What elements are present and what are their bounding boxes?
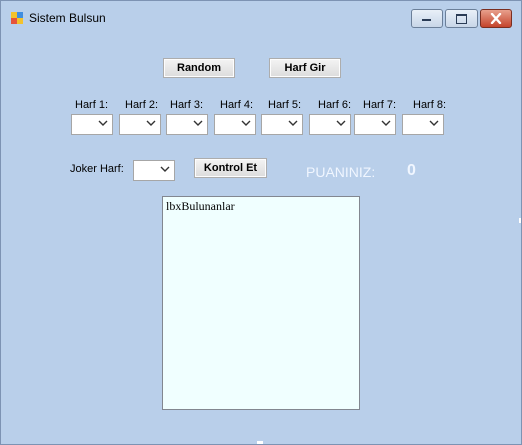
kontrol-et-button[interactable]: Kontrol Et	[194, 158, 267, 178]
listbox-name: lbxBulunanlar	[166, 199, 235, 213]
app-icon	[11, 12, 23, 24]
harf-6-combobox[interactable]	[309, 114, 351, 135]
title-bar: Sistem Bulsun	[1, 1, 521, 33]
chevron-down-icon	[146, 120, 156, 126]
maximize-button[interactable]	[445, 9, 478, 28]
minimize-button[interactable]	[411, 9, 443, 28]
chevron-down-icon	[288, 120, 298, 126]
harf-7-label: Harf 7:	[363, 99, 397, 111]
harf-8-combobox[interactable]	[402, 114, 444, 135]
harf-2-combobox[interactable]	[119, 114, 161, 135]
random-button[interactable]: Random	[163, 58, 235, 78]
harf-6-label: Harf 6:	[318, 99, 352, 111]
harf-gir-button[interactable]: Harf Gir	[269, 58, 341, 78]
chevron-down-icon	[429, 120, 439, 126]
harf-3-combobox[interactable]	[166, 114, 208, 135]
joker-harf-label: Joker Harf:	[70, 163, 124, 175]
resize-edge-bottom	[257, 441, 263, 444]
harf-5-label: Harf 5:	[268, 99, 302, 111]
close-icon	[490, 13, 502, 24]
harf-3-label: Harf 3:	[170, 99, 204, 111]
harf-2-label: Harf 2:	[125, 99, 159, 111]
harf-7-combobox[interactable]	[354, 114, 396, 135]
resize-edge-right	[519, 218, 521, 223]
chevron-down-icon	[193, 120, 203, 126]
close-button[interactable]	[480, 9, 512, 28]
harf-1-label: Harf 1:	[75, 99, 109, 111]
found-words-listbox[interactable]: lbxBulunanlar	[162, 196, 360, 410]
main-window: Sistem Bulsun Random Harf Gir Harf 1: Har…	[0, 0, 522, 445]
chevron-down-icon	[160, 166, 170, 172]
maximize-icon	[456, 14, 467, 24]
chevron-down-icon	[381, 120, 391, 126]
chevron-down-icon	[336, 120, 346, 126]
chevron-down-icon	[241, 120, 251, 126]
harf-8-label: Harf 8:	[413, 99, 447, 111]
score-value: 0	[407, 162, 416, 179]
score-label: PUANINIZ:	[306, 164, 376, 180]
joker-harf-combobox[interactable]	[133, 160, 175, 181]
harf-4-label: Harf 4:	[220, 99, 254, 111]
minimize-icon	[422, 19, 431, 21]
harf-4-combobox[interactable]	[214, 114, 256, 135]
harf-1-combobox[interactable]	[71, 114, 113, 135]
window-title: Sistem Bulsun	[29, 11, 106, 25]
chevron-down-icon	[98, 120, 108, 126]
harf-5-combobox[interactable]	[261, 114, 303, 135]
